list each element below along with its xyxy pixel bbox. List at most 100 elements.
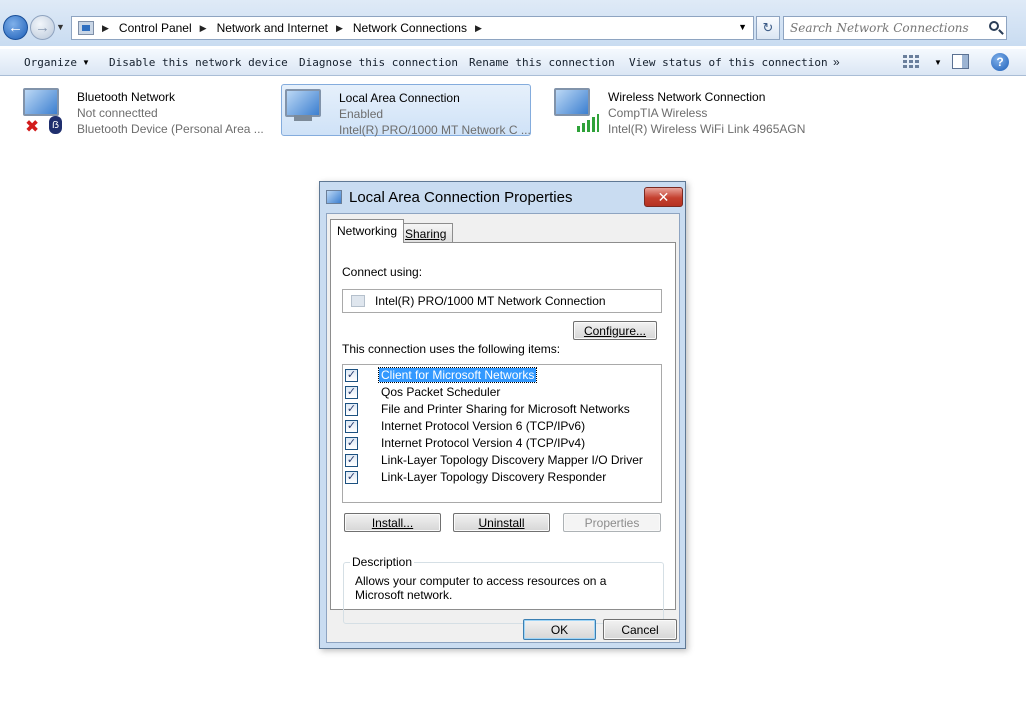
disable-device-button[interactable]: Disable this network device — [109, 56, 288, 69]
connection-status: Enabled — [339, 107, 384, 121]
ok-button-label: OK — [550, 622, 569, 637]
connection-name: Wireless Network Connection — [608, 90, 766, 104]
install-button-label: Install... — [371, 515, 414, 530]
description-label: Description — [350, 555, 415, 569]
checkbox-checked-icon[interactable]: ✓ — [345, 369, 358, 382]
refresh-icon[interactable]: ↻ — [756, 16, 780, 40]
network-adapter-icon — [326, 190, 342, 204]
description-text: Allows your computer to access resources… — [355, 574, 607, 602]
adapter-field: Intel(R) PRO/1000 MT Network Connection — [342, 289, 662, 313]
items-list[interactable]: ✓ Client for Microsoft Networks ✓ Qos Pa… — [342, 364, 662, 503]
list-item[interactable]: ✓ Client for Microsoft Networks — [343, 367, 661, 384]
item-label: Link-Layer Topology Discovery Mapper I/O… — [381, 453, 643, 467]
disconnected-x-icon: ✖ — [25, 117, 40, 136]
uninstall-button[interactable]: Uninstall — [453, 513, 550, 532]
search-input[interactable] — [784, 17, 980, 39]
item-label: File and Printer Sharing for Microsoft N… — [381, 402, 630, 416]
wireless-signal-icon — [577, 114, 599, 132]
search-box[interactable] — [783, 16, 1007, 40]
bluetooth-icon: ẞ — [49, 116, 62, 134]
connection-name: Bluetooth Network — [77, 90, 176, 104]
ok-button[interactable]: OK — [523, 619, 596, 640]
chevron-down-icon[interactable]: ▼ — [82, 58, 90, 67]
tab-sharing[interactable]: Sharing — [398, 223, 454, 243]
checkbox-checked-icon[interactable]: ✓ — [345, 454, 358, 467]
network-adapter-icon — [23, 88, 59, 116]
dialog-title-bar[interactable]: Local Area Connection Properties ✕ — [320, 182, 685, 212]
chevron-right-icon[interactable]: ▶ — [102, 23, 109, 34]
forward-arrow-icon[interactable]: → — [30, 15, 55, 40]
item-label: Qos Packet Scheduler — [381, 385, 501, 399]
connection-item-bluetooth[interactable]: ✖ ẞ Bluetooth Network Not connectted Blu… — [20, 84, 264, 136]
list-item[interactable]: ✓ File and Printer Sharing for Microsoft… — [343, 401, 661, 418]
uninstall-button-label: Uninstall — [478, 515, 525, 530]
connection-item-local-area[interactable]: Local Area Connection Enabled Intel(R) P… — [281, 84, 531, 137]
cancel-button[interactable]: Cancel — [603, 619, 677, 640]
description-group: Description Allows your computer to acce… — [343, 555, 664, 624]
view-status-button[interactable]: View status of this connection — [629, 56, 828, 69]
items-label: This connection uses the following items… — [342, 342, 561, 356]
configure-button[interactable]: Configure... — [573, 321, 657, 340]
checkbox-checked-icon[interactable]: ✓ — [345, 437, 358, 450]
close-icon[interactable]: ✕ — [644, 187, 683, 207]
breadcrumb-network-connections[interactable]: Network Connections — [353, 21, 467, 35]
list-item[interactable]: ✓ Qos Packet Scheduler — [343, 384, 661, 401]
chevron-right-icon[interactable]: ▶ — [475, 23, 482, 34]
address-bar: ← → ▼ ▶ Control Panel ▶ Network and Inte… — [0, 0, 1026, 46]
diagnose-connection-button[interactable]: Diagnose this connection — [299, 56, 458, 69]
preview-pane-icon[interactable] — [952, 54, 969, 69]
connection-item-wireless[interactable]: Wireless Network Connection CompTIA Wire… — [551, 84, 811, 136]
network-adapter-icon — [285, 89, 321, 117]
command-toolbar: Organize ▼ Disable this network device D… — [0, 49, 1026, 76]
connection-device: Intel(R) Wireless WiFi Link 4965AGN — [608, 122, 806, 136]
help-icon[interactable]: ? — [991, 53, 1009, 71]
network-cable-icon — [294, 115, 312, 121]
connection-status: CompTIA Wireless — [608, 106, 708, 120]
checkbox-checked-icon[interactable]: ✓ — [345, 386, 358, 399]
recent-pages-dropdown-icon[interactable]: ▼ — [56, 22, 65, 32]
chevron-down-icon[interactable]: ▼ — [934, 58, 942, 67]
list-item[interactable]: ✓ Internet Protocol Version 6 (TCP/IPv6) — [343, 418, 661, 435]
dialog-title: Local Area Connection Properties — [349, 189, 573, 206]
checkbox-checked-icon[interactable]: ✓ — [345, 403, 358, 416]
list-item[interactable]: ✓ Link-Layer Topology Discovery Responde… — [343, 469, 661, 486]
connection-device: Bluetooth Device (Personal Area ... — [77, 122, 264, 136]
back-arrow-icon[interactable]: ← — [3, 15, 28, 40]
change-view-icon[interactable] — [903, 55, 919, 69]
adapter-name: Intel(R) PRO/1000 MT Network Connection — [375, 294, 606, 308]
item-label: Link-Layer Topology Discovery Responder — [381, 470, 607, 484]
configure-button-label: Configure... — [583, 323, 647, 338]
control-panel-folder-icon — [78, 21, 94, 35]
breadcrumb-control-panel[interactable]: Control Panel — [119, 21, 192, 35]
more-commands-button[interactable]: » — [833, 55, 840, 69]
list-item[interactable]: ✓ Internet Protocol Version 4 (TCP/IPv4) — [343, 435, 661, 452]
tab-networking[interactable]: Networking — [330, 219, 405, 243]
network-adapter-icon — [554, 88, 590, 116]
properties-button-label: Properties — [584, 515, 640, 530]
address-field[interactable]: ▶ Control Panel ▶ Network and Internet ▶… — [71, 16, 754, 40]
list-item[interactable]: ✓ Link-Layer Topology Discovery Mapper I… — [343, 452, 661, 469]
cancel-button-label: Cancel — [621, 622, 659, 637]
connect-using-label: Connect using: — [342, 265, 423, 279]
organize-menu-button[interactable]: Organize — [24, 56, 77, 69]
item-label: Client for Microsoft Networks — [377, 367, 538, 383]
connection-name: Local Area Connection — [339, 91, 460, 105]
address-dropdown-icon[interactable]: ▼ — [738, 22, 747, 32]
search-icon[interactable] — [989, 21, 999, 31]
network-card-icon — [351, 295, 365, 307]
connection-device: Intel(R) PRO/1000 MT Network C ... — [339, 123, 531, 137]
breadcrumb-network-and-internet[interactable]: Network and Internet — [217, 21, 328, 35]
properties-dialog: Local Area Connection Properties ✕ Netwo… — [319, 181, 686, 649]
dialog-body: Networking Sharing Connect using: Intel(… — [326, 213, 680, 643]
connection-status: Not connectted — [77, 106, 158, 120]
chevron-right-icon[interactable]: ▶ — [200, 23, 207, 34]
item-label: Internet Protocol Version 4 (TCP/IPv4) — [381, 436, 586, 450]
checkbox-checked-icon[interactable]: ✓ — [345, 471, 358, 484]
checkbox-checked-icon[interactable]: ✓ — [345, 420, 358, 433]
chevron-right-icon[interactable]: ▶ — [336, 23, 343, 34]
properties-button[interactable]: Properties — [563, 513, 661, 532]
rename-connection-button[interactable]: Rename this connection — [469, 56, 615, 69]
install-button[interactable]: Install... — [344, 513, 441, 532]
networking-tab-panel: Connect using: Intel(R) PRO/1000 MT Netw… — [330, 242, 676, 624]
item-label: Internet Protocol Version 6 (TCP/IPv6) — [381, 419, 586, 433]
